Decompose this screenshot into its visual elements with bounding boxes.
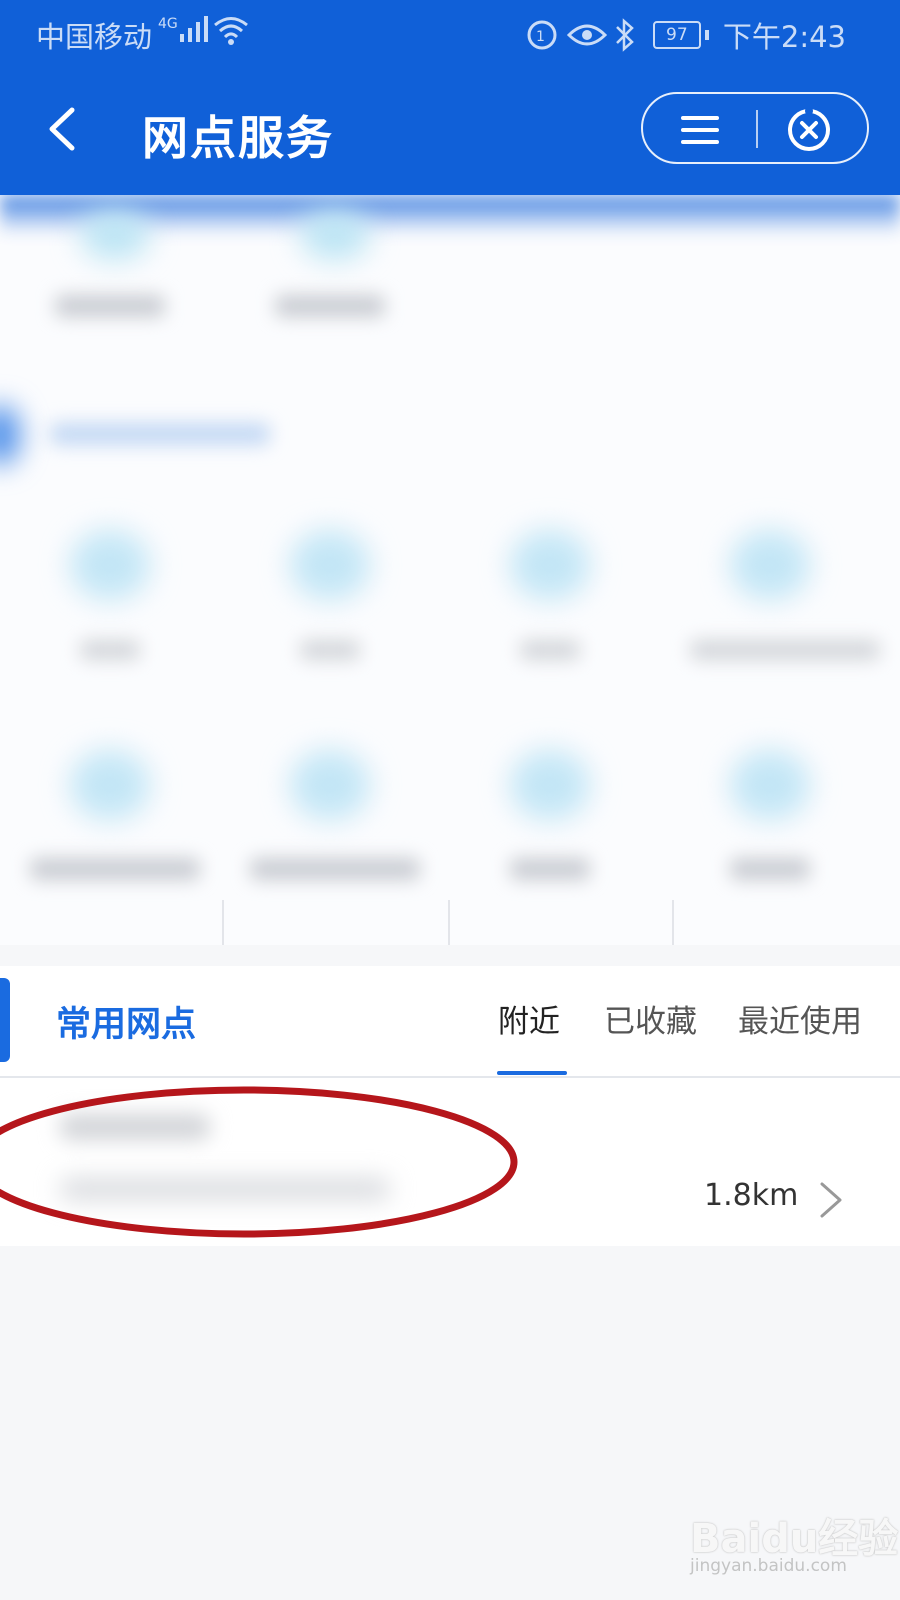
mini-program-capsule xyxy=(641,92,869,164)
blurred-service-label xyxy=(80,640,140,660)
app-header: 中国移动 4G 1 97 下午2:43 网点服务 xyxy=(0,0,900,195)
back-arrow-icon[interactable] xyxy=(38,102,92,156)
blurred-service-label xyxy=(730,858,810,880)
section-accent-bar xyxy=(0,978,10,1062)
blurred-section-accent xyxy=(0,405,20,465)
blurred-service-icon xyxy=(290,750,370,820)
blurred-service-label xyxy=(55,295,165,317)
data-saver-icon: 1 xyxy=(527,20,557,50)
blurred-service-label xyxy=(520,640,580,660)
capsule-divider xyxy=(756,110,758,148)
blurred-branch-address xyxy=(60,1178,390,1200)
grid-divider xyxy=(448,900,450,945)
common-branches-header: 常用网点 附近 已收藏 最近使用 xyxy=(0,966,900,1078)
baidu-watermark-url: jingyan.baidu.com xyxy=(690,1556,847,1576)
close-circle-icon[interactable] xyxy=(781,104,837,156)
blurred-service-label xyxy=(30,858,200,880)
status-bar: 中国移动 4G 1 97 下午2:43 xyxy=(0,0,900,64)
blurred-service-label xyxy=(300,640,360,660)
tab-favorites[interactable]: 已收藏 xyxy=(604,996,697,1041)
network-type-label: 4G xyxy=(158,16,178,32)
carrier-label: 中国移动 xyxy=(36,20,153,54)
navigation-bar: 网点服务 xyxy=(0,64,900,194)
tab-recently-used[interactable]: 最近使用 xyxy=(738,996,862,1041)
section-title: 常用网点 xyxy=(56,1005,197,1045)
blurred-section-title xyxy=(50,423,270,445)
blurred-service-icon xyxy=(300,210,370,260)
page-title: 网点服务 xyxy=(142,111,334,165)
blurred-service-icon xyxy=(510,750,590,820)
clock-label: 下午2:43 xyxy=(722,20,846,54)
menu-icon[interactable] xyxy=(673,104,729,156)
blurred-service-icon xyxy=(730,750,810,820)
blurred-branch-name xyxy=(60,1114,210,1140)
active-tab-indicator xyxy=(497,1071,567,1075)
blurred-service-label xyxy=(690,640,880,660)
blurred-service-label xyxy=(250,858,420,880)
blurred-service-icon xyxy=(730,530,810,600)
blurred-service-icon xyxy=(80,210,150,260)
blurred-service-label xyxy=(510,858,590,880)
wifi-icon xyxy=(213,17,248,45)
grid-divider xyxy=(222,900,224,945)
battery-icon: 97 xyxy=(652,21,701,49)
blurred-service-icon xyxy=(70,530,150,600)
svg-text:1: 1 xyxy=(536,29,545,45)
signal-icon xyxy=(179,16,208,42)
eye-icon xyxy=(566,24,607,46)
blurred-service-icon xyxy=(70,750,150,820)
blurred-service-label xyxy=(275,295,385,317)
branch-list-item[interactable]: 1.8km xyxy=(0,1078,900,1246)
branch-distance: 1.8km xyxy=(704,1178,799,1213)
chevron-right-icon xyxy=(820,1182,842,1218)
blurred-service-icon xyxy=(510,530,590,600)
battery-tip xyxy=(704,30,709,40)
blurred-service-icon xyxy=(290,530,370,600)
bluetooth-icon xyxy=(615,18,634,52)
blurred-service-grid xyxy=(0,195,900,945)
tab-nearby[interactable]: 附近 xyxy=(498,996,560,1041)
grid-divider xyxy=(672,900,674,945)
